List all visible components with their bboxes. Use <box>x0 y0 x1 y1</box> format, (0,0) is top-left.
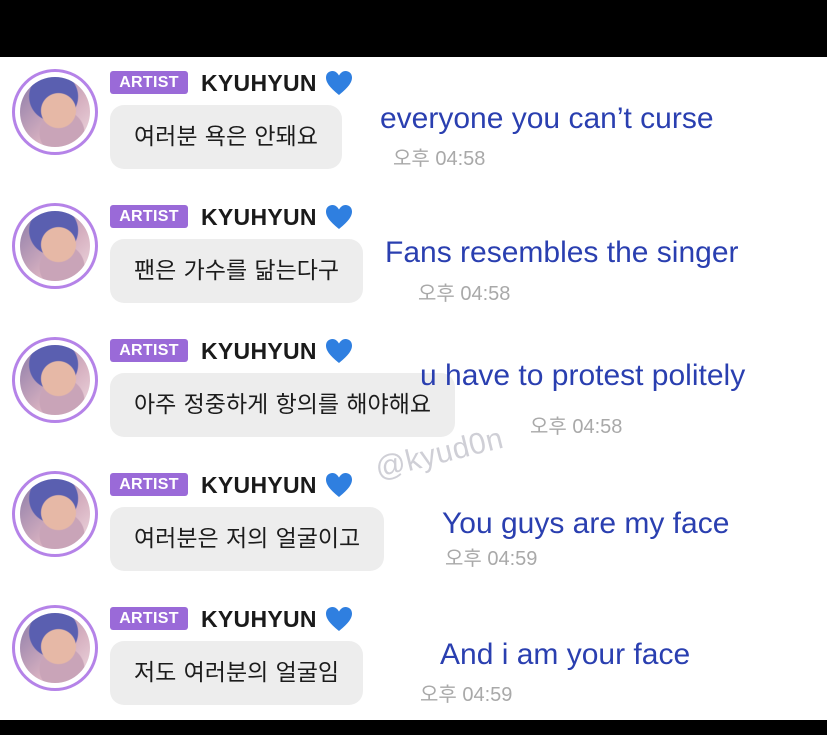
avatar-photo <box>20 479 90 549</box>
chat-message: ARTIST KYUHYUN 아주 정중하게 항의를 해야해요 오후 04:58… <box>0 325 827 459</box>
sender-name: KYUHYUN <box>201 204 317 230</box>
artist-badge: ARTIST <box>110 205 188 228</box>
translation-text: Fans resembles the singer <box>385 236 739 269</box>
avatar-photo <box>20 77 90 147</box>
chat-message: ARTIST KYUHYUN 저도 여러분의 얼굴임 오후 04:59 And … <box>0 593 827 727</box>
sender-name: KYUHYUN <box>201 70 317 96</box>
avatar-photo <box>20 613 90 683</box>
blue-heart-icon <box>326 205 352 229</box>
chat-message: ARTIST KYUHYUN 팬은 가수를 닮는다구 오후 04:58 Fans… <box>0 191 827 325</box>
artist-badge: ARTIST <box>110 473 188 496</box>
translation-text: You guys are my face <box>442 507 730 540</box>
chat-message: ARTIST KYUHYUN 여러분 욕은 안돼요 오후 04:58 every… <box>0 57 827 191</box>
chat-panel: ARTIST KYUHYUN 여러분 욕은 안돼요 오후 04:58 every… <box>0 57 827 720</box>
translation-text: everyone you can’t curse <box>380 102 714 135</box>
blue-heart-icon <box>326 71 352 95</box>
message-time: 오후 04:58 <box>418 283 511 305</box>
message-bubble[interactable]: 여러분 욕은 안돼요 <box>110 105 342 169</box>
artist-badge: ARTIST <box>110 607 188 630</box>
message-time: 오후 04:59 <box>445 548 538 570</box>
artist-badge: ARTIST <box>110 71 188 94</box>
avatar[interactable] <box>12 605 98 691</box>
translation-text: u have to protest politely <box>420 359 746 392</box>
sender-name: KYUHYUN <box>201 606 317 632</box>
message-bubble[interactable]: 아주 정중하게 항의를 해야해요 <box>110 373 456 437</box>
message-time: 오후 04:58 <box>393 148 486 170</box>
avatar[interactable] <box>12 337 98 423</box>
avatar[interactable] <box>12 471 98 557</box>
blue-heart-icon <box>326 607 352 631</box>
message-time: 오후 04:58 <box>530 416 623 438</box>
sender-name: KYUHYUN <box>201 472 317 498</box>
avatar-photo <box>20 345 90 415</box>
sender-name: KYUHYUN <box>201 338 317 364</box>
message-bubble[interactable]: 팬은 가수를 닮는다구 <box>110 239 364 303</box>
message-bubble[interactable]: 저도 여러분의 얼굴임 <box>110 641 364 705</box>
avatar-photo <box>20 211 90 281</box>
chat-message: ARTIST KYUHYUN 여러분은 저의 얼굴이고 오후 04:59 You… <box>0 459 827 593</box>
artist-badge: ARTIST <box>110 339 188 362</box>
blue-heart-icon <box>326 339 352 363</box>
message-time: 오후 04:59 <box>420 684 513 706</box>
translation-text: And i am your face <box>440 638 691 671</box>
avatar[interactable] <box>12 203 98 289</box>
blue-heart-icon <box>326 473 352 497</box>
message-bubble[interactable]: 여러분은 저의 얼굴이고 <box>110 507 385 571</box>
avatar[interactable] <box>12 69 98 155</box>
